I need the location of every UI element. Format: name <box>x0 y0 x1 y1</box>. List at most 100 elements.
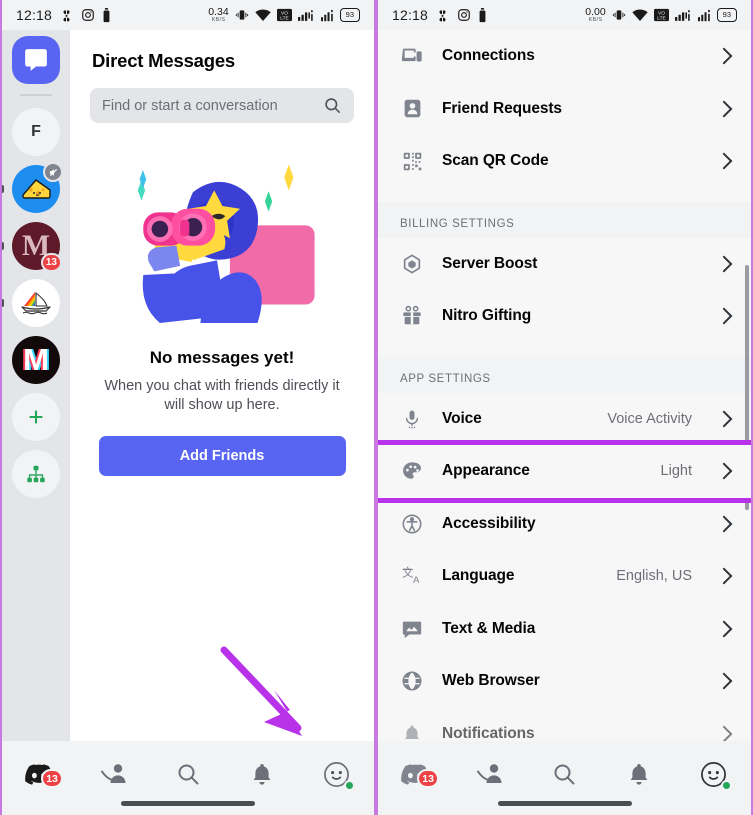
globe-icon <box>400 670 424 692</box>
settings-row-language[interactable]: 文 A Language English, US <box>378 550 751 603</box>
status-bar: 12:18 0.00 KB/S VO LTE 93 <box>378 0 751 30</box>
bell-icon <box>254 764 271 785</box>
dm-search-bar[interactable] <box>90 88 354 123</box>
bottom-nav-tab-servers[interactable]: 13 <box>2 755 76 793</box>
status-bar-clock: 12:18 <box>392 7 429 23</box>
signal-bars-icon <box>297 9 315 22</box>
vibrate-icon <box>235 8 249 22</box>
settings-list[interactable]: Connections Friend Requests Scan QR Code… <box>378 30 751 815</box>
signal-bars-icon <box>674 9 692 22</box>
friends-icon <box>100 764 126 783</box>
guild-unread-pill <box>2 242 4 250</box>
guild-item-add-server[interactable] <box>12 393 60 441</box>
image-icon <box>400 618 424 640</box>
group-bottom-spacer <box>378 187 751 202</box>
translate-icon: 文 A <box>400 565 424 588</box>
bottom-nav-tab-notifications[interactable] <box>602 755 677 793</box>
svg-text:VO: VO <box>281 10 288 16</box>
plus-icon <box>29 410 43 424</box>
battery-icon: 93 <box>716 8 737 22</box>
battery-saver-icon <box>102 7 111 23</box>
guild-unread-pill <box>2 299 4 307</box>
add-friends-button[interactable]: Add Friends <box>98 435 346 476</box>
chevron-right-icon <box>722 567 733 585</box>
settings-row-label: Connections <box>442 47 535 65</box>
chevron-right-icon <box>722 255 733 273</box>
settings-row-connections[interactable]: Connections <box>378 30 751 83</box>
empty-state-title: No messages yet! <box>149 348 295 367</box>
network-rate: 0.00 KB/S <box>585 6 606 23</box>
guild-item-server-f[interactable]: F <box>12 108 60 156</box>
dm-screen-body: F M 13 M Direct Messages Find or start a… <box>2 30 374 815</box>
bottom-nav-tab-profile[interactable] <box>676 755 751 793</box>
guild-initial: M <box>23 342 49 377</box>
person-card-icon <box>400 98 424 119</box>
settings-row-label: Language <box>442 567 515 585</box>
gift-icon <box>400 305 424 327</box>
bottom-nav-tab-profile[interactable] <box>300 755 374 793</box>
search-input[interactable] <box>102 97 315 114</box>
accessibility-icon <box>400 513 424 535</box>
home-indicator[interactable] <box>497 801 632 806</box>
wifi-icon <box>631 9 648 22</box>
settings-row-scan-qr-code[interactable]: Scan QR Code <box>378 135 751 188</box>
pinwheel-icon <box>435 8 450 23</box>
settings-row-server-boost[interactable]: Server Boost <box>378 237 751 290</box>
settings-row-appearance[interactable]: Appearance Light <box>378 440 751 503</box>
guild-item-server-sailboat[interactable] <box>2 279 60 327</box>
devices-icon <box>400 45 424 67</box>
empty-state-subtitle: When you chat with friends directly it w… <box>104 378 340 414</box>
muted-icon <box>43 162 63 182</box>
settings-row-label: Nitro Gifting <box>442 307 532 325</box>
dm-panel: Direct Messages Find or start a conversa… <box>70 30 374 815</box>
guild-item-server-m-maroon[interactable]: M 13 <box>2 222 62 272</box>
settings-row-web-browser[interactable]: Web Browser <box>378 655 751 708</box>
chevron-right-icon <box>722 307 733 325</box>
guild-item-server-m-black[interactable]: M <box>12 336 60 384</box>
bottom-nav: 13 <box>378 741 751 815</box>
settings-row-voice[interactable]: Voice Voice Activity <box>378 392 751 445</box>
pinwheel-icon <box>59 8 74 23</box>
settings-row-text-and-media[interactable]: Text & Media <box>378 602 751 655</box>
bottom-nav-tab-notifications[interactable] <box>225 755 299 793</box>
online-status-indicator <box>720 780 732 791</box>
status-bar-clock: 12:18 <box>16 7 53 23</box>
search-icon[interactable] <box>323 96 342 115</box>
microphone-icon <box>400 408 424 430</box>
guild-item-server-cheese[interactable] <box>2 162 63 213</box>
bottom-nav-tab-search[interactable] <box>527 755 602 793</box>
instagram-icon <box>81 8 95 22</box>
settings-row-label: Text & Media <box>442 619 536 637</box>
chevron-right-icon <box>722 47 733 65</box>
online-status-indicator <box>343 780 355 791</box>
vibrate-icon <box>612 8 626 22</box>
settings-row-label: Voice <box>442 409 482 427</box>
settings-row-nitro-gifting[interactable]: Nitro Gifting <box>378 290 751 343</box>
wifi-icon <box>254 9 271 22</box>
instagram-icon <box>457 8 471 22</box>
palette-icon <box>400 460 424 482</box>
settings-row-friend-requests[interactable]: Friend Requests <box>378 82 751 135</box>
guild-item-explore-servers[interactable] <box>12 450 60 498</box>
chevron-right-icon <box>722 672 733 690</box>
bottom-nav-tab-servers[interactable]: 13 <box>378 755 453 793</box>
settings-row-value: English, US <box>616 568 692 585</box>
rail-divider <box>20 94 52 96</box>
settings-row-accessibility[interactable]: Accessibility <box>378 497 751 550</box>
sailboat-avatar-icon <box>15 282 57 324</box>
bottom-nav-tab-friends[interactable] <box>76 755 150 793</box>
settings-row-label: Server Boost <box>442 254 538 272</box>
guild-item-home[interactable] <box>12 36 60 84</box>
svg-text:LTE: LTE <box>657 15 665 21</box>
compass-tree-icon <box>27 465 45 483</box>
bottom-nav-tab-search[interactable] <box>151 755 225 793</box>
home-indicator[interactable] <box>121 801 255 806</box>
settings-group-billing: Server Boost Nitro Gifting <box>378 237 751 357</box>
battery-saver-icon <box>478 7 487 23</box>
chevron-right-icon <box>722 515 733 533</box>
settings-row-value: Voice Activity <box>607 410 692 427</box>
left-phone-screen: 12:18 0.34 KB/S VO LTE 93 F M 13 M Direc… <box>0 0 376 815</box>
search-icon <box>178 764 199 785</box>
bottom-nav-tab-friends[interactable] <box>453 755 528 793</box>
signal-bars-2-icon <box>320 9 334 22</box>
